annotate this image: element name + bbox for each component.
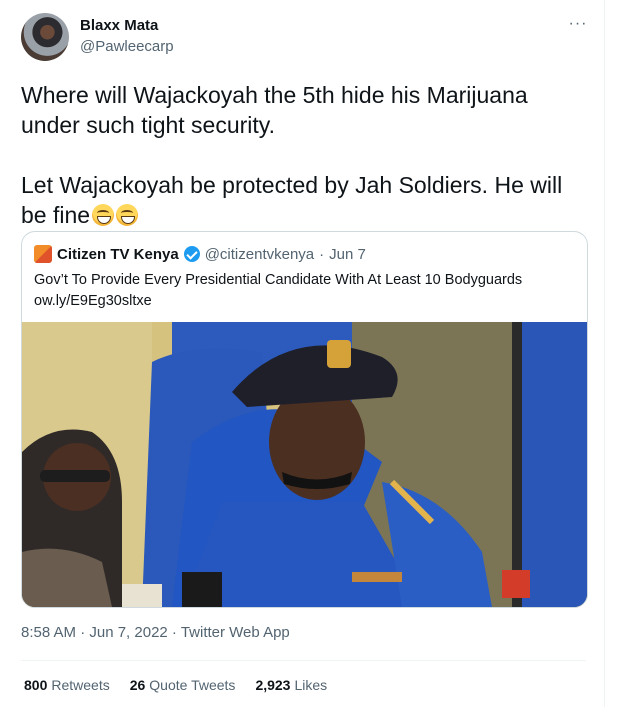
separator-dot: ·: [319, 245, 325, 263]
quoted-author-name: Citizen TV Kenya: [57, 245, 179, 263]
tweet-text-line-2: Let Wajackoyah be protected by Jah Soldi…: [21, 170, 591, 230]
grinning-face-icon: [116, 204, 139, 226]
likes-label: Likes: [294, 677, 328, 693]
quoted-date: Jun 7: [329, 245, 366, 263]
quoted-tweet[interactable]: Citizen TV Kenya @citizentvkenya · Jun 7…: [21, 231, 588, 608]
quoted-tweet-image[interactable]: [22, 322, 587, 607]
likes-stat[interactable]: 2,923 Likes: [255, 677, 327, 693]
quoted-headline: Gov’t To Provide Every Presidential Cand…: [34, 272, 523, 288]
more-horizontal-icon[interactable]: ···: [568, 14, 588, 34]
divider: [21, 660, 586, 661]
tweet-timestamp[interactable]: 8:58 AM · Jun 7, 2022 · Twitter Web App: [21, 624, 290, 641]
retweets-label: Retweets: [51, 677, 110, 693]
avatar[interactable]: [21, 13, 69, 61]
verified-badge-icon: [183, 246, 200, 262]
quote-tweets-stat[interactable]: 26 Quote Tweets: [130, 677, 236, 693]
retweets-count: 800: [24, 677, 48, 693]
grinning-face-icon: [92, 204, 115, 226]
quoted-tweet-header: Citizen TV Kenya @citizentvkenya · Jun 7: [34, 244, 366, 264]
likes-count: 2,923: [255, 677, 291, 693]
author-handle[interactable]: @Pawleecarp: [80, 38, 174, 55]
quote-tweets-label: Quote Tweets: [149, 677, 236, 693]
quoted-tweet-text: Gov’t To Provide Every Presidential Cand…: [34, 270, 574, 312]
retweets-stat[interactable]: 800 Retweets: [24, 677, 110, 693]
author-name[interactable]: Blaxx Mata: [80, 17, 158, 34]
engagement-stats: 800 Retweets 26 Quote Tweets 2,923 Likes: [24, 677, 327, 693]
quoted-author-handle: @citizentvkenya: [204, 245, 315, 263]
police-officer-photo: [22, 322, 587, 607]
tweet-text: Where will Wajackoyah the 5th hide his M…: [21, 80, 591, 230]
quote-tweets-count: 26: [129, 677, 146, 693]
quoted-link[interactable]: ow.ly/E9Eg30sltxe: [34, 291, 574, 312]
citizen-tv-logo-icon: [34, 245, 52, 263]
tweet-container: Blaxx Mata @Pawleecarp ··· Where will Wa…: [0, 0, 605, 707]
tweet-text-line-1: Where will Wajackoyah the 5th hide his M…: [21, 82, 528, 138]
